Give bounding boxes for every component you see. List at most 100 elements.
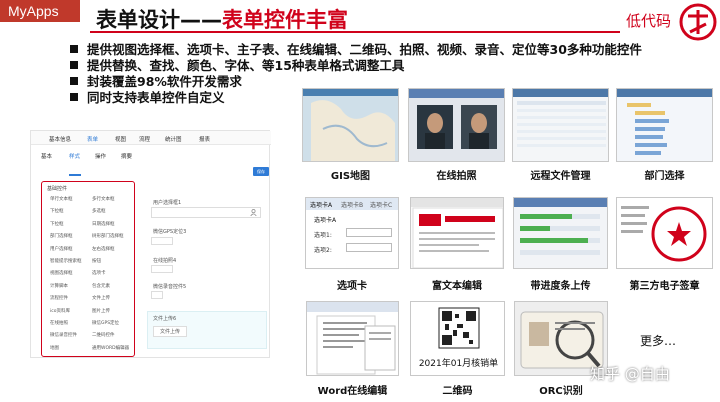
palette-item[interactable]: 部门选择框	[50, 233, 73, 239]
e-seal-image	[621, 206, 707, 262]
palette-item[interactable]: 智能提示搜索框	[50, 258, 82, 264]
sample-input	[346, 243, 392, 252]
palette-item[interactable]: 左右选择框	[92, 246, 115, 252]
header: MyApps 表单设计——表单控件丰富 低代码	[0, 0, 720, 41]
rich-text-thumbnail	[410, 197, 504, 269]
palette-title: 基础控件	[47, 186, 68, 192]
form-designer-screenshot: 基本信息 表单 视图 流程 统计图 报表 基本 样式 操作 摘要 保存 基础控件…	[30, 130, 271, 358]
palette-item[interactable]: 日期选择框	[92, 221, 115, 227]
sample-tab-a: 选项卡A	[310, 202, 333, 209]
tab-report[interactable]: 报表	[199, 135, 210, 143]
word-editor-thumbnail	[306, 301, 399, 376]
record-button[interactable]	[151, 291, 163, 299]
caption: ORC识别	[539, 386, 583, 397]
upload-progress-image	[514, 198, 607, 255]
title-underline	[90, 31, 620, 33]
caption: 带进度条上传	[530, 281, 591, 292]
palette-item[interactable]: 下拉框	[50, 208, 64, 214]
rich-text-image	[411, 198, 503, 268]
sample-tab-content-title: 选项卡A	[314, 217, 337, 224]
qrcode-thumbnail: 2021年01月核销单	[410, 301, 505, 376]
palette-item[interactable]: ico资料库	[50, 308, 70, 314]
word-editor-image	[307, 302, 398, 375]
dept-select-thumbnail	[616, 88, 713, 162]
control-palette: 基础控件 单行文本框 多行文本框 下拉框 多选框 下拉框 日期选择框 部门选择框 树形部门选择…	[41, 181, 135, 357]
subtab-underline	[69, 174, 81, 176]
palette-item[interactable]: 通用WORD编辑器	[92, 345, 129, 351]
seal-logo-icon	[679, 3, 717, 41]
lowcode-tag: 低代码	[626, 12, 672, 30]
palette-item[interactable]: 文件上传	[92, 295, 110, 301]
brand-badge: MyApps	[0, 0, 80, 22]
palette-item[interactable]: 用户选择框	[50, 246, 73, 252]
sample-field-label: 选项2:	[314, 247, 332, 254]
file-upload-button[interactable]: 文件上传	[153, 326, 187, 337]
subtab-basic[interactable]: 基本	[41, 152, 52, 160]
palette-item[interactable]: 微信录音控件	[50, 332, 77, 338]
palette-item[interactable]: 多行文本框	[92, 196, 115, 202]
map-image	[303, 89, 398, 161]
watermark: 知乎 @自由	[590, 365, 670, 383]
tab-chart[interactable]: 统计图	[165, 135, 182, 143]
file-list-image	[513, 89, 608, 147]
caption: Word在线编辑	[317, 386, 388, 397]
palette-item[interactable]: 计算脚本	[50, 283, 68, 289]
caption: 在线拍照	[436, 171, 477, 182]
palette-item[interactable]: 二维码控件	[92, 332, 115, 338]
form-top-tabs: 基本信息 表单 视图 流程 统计图 报表	[31, 131, 271, 145]
palette-item[interactable]: 按钮	[92, 258, 101, 264]
palette-item[interactable]: 选项卡	[92, 270, 106, 276]
upload-progress-thumbnail	[513, 197, 608, 269]
tab-view[interactable]: 视图	[115, 135, 126, 143]
user-icon	[250, 209, 257, 216]
gis-map-thumbnail	[302, 88, 399, 162]
caption: 第三方电子签章	[629, 281, 700, 292]
palette-item[interactable]: 地图	[50, 345, 59, 351]
field-label: 文件上传6	[153, 316, 177, 322]
more-label: 更多…	[640, 334, 677, 348]
palette-item[interactable]: 在线拍照	[50, 320, 68, 326]
tab-basic-info[interactable]: 基本信息	[49, 135, 71, 143]
caption: 富文本编辑	[432, 281, 482, 292]
gps-button[interactable]	[151, 237, 173, 245]
online-photo-thumbnail	[408, 88, 505, 162]
subtab-action[interactable]: 操作	[95, 152, 106, 160]
user-select-input[interactable]	[151, 207, 261, 218]
photo-button[interactable]	[151, 265, 173, 273]
subtab-summary[interactable]: 摘要	[121, 152, 132, 160]
palette-item[interactable]: 单行文本框	[50, 196, 73, 202]
sample-tab-b: 选项卡B	[341, 202, 364, 209]
title-highlight: 表单控件丰富	[222, 8, 348, 32]
page-title: 表单设计——表单控件丰富	[96, 4, 348, 34]
caption: 远程文件管理	[530, 171, 591, 182]
feature-item: 提供视图选择框、选项卡、主子表、在线编辑、二维码、拍照、视频、录音、定位等30多…	[70, 42, 642, 58]
field-label: 用户选择框1	[153, 200, 182, 206]
sample-input	[346, 228, 392, 237]
photo-preview-image	[409, 89, 504, 149]
remote-file-thumbnail	[512, 88, 609, 162]
palette-item[interactable]: 树形部门选择框	[92, 233, 124, 239]
palette-item[interactable]: 图片上传	[92, 308, 110, 314]
palette-item[interactable]: 多选框	[92, 208, 106, 214]
tab-flow[interactable]: 流程	[139, 135, 150, 143]
field-label: 微信GPS定位3	[153, 229, 187, 235]
field-label: 微信录音控件5	[153, 284, 187, 290]
title-prefix: 表单设计——	[96, 8, 222, 32]
palette-item[interactable]: 视图选择框	[50, 270, 73, 276]
palette-item[interactable]: 下拉框	[50, 221, 64, 227]
form-sub-tabs: 基本 样式 操作 摘要 保存	[31, 147, 271, 176]
sample-tab-c: 选项卡C	[370, 202, 393, 209]
feature-item: 提供替换、查找、颜色、字体、等15种表单格式调整工具	[70, 58, 642, 74]
caption: 二维码	[442, 386, 473, 397]
tab-form[interactable]: 表单	[87, 135, 98, 143]
save-button[interactable]: 保存	[253, 167, 269, 176]
palette-item[interactable]: 包含元素	[92, 283, 110, 289]
sample-field-label: 选项1:	[314, 232, 332, 239]
dept-tree-image	[617, 89, 712, 155]
palette-item[interactable]: 流程控件	[50, 295, 68, 301]
e-seal-thumbnail	[616, 197, 713, 269]
caption: 选项卡	[337, 281, 367, 292]
palette-item[interactable]: 微信GPS定位	[92, 320, 119, 326]
caption: 部门选择	[644, 171, 685, 182]
subtab-style[interactable]: 样式	[69, 152, 80, 160]
